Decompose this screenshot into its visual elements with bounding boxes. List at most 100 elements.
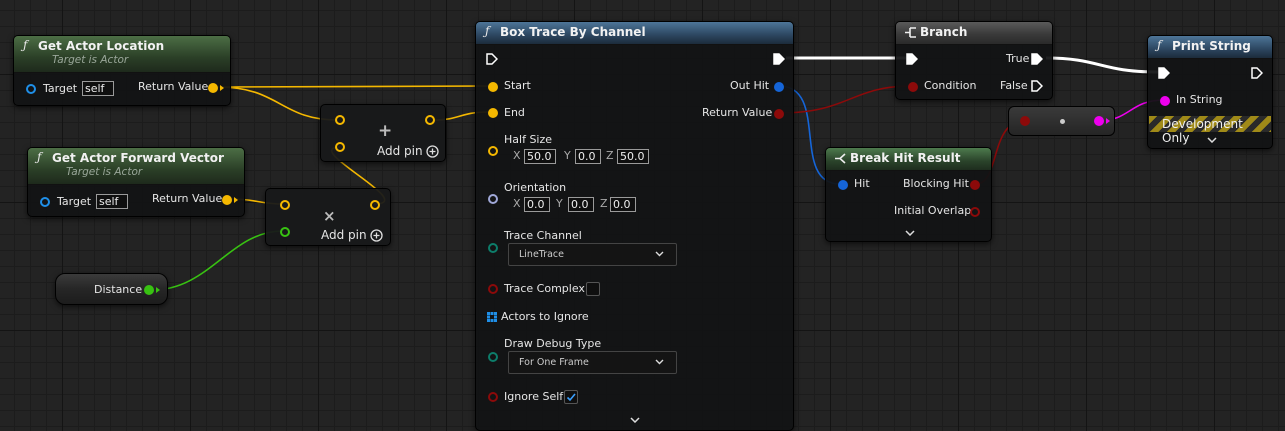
target-pin[interactable] bbox=[40, 197, 50, 207]
ignore-self-checkbox[interactable] bbox=[564, 390, 578, 404]
multiply-operator-icon: × bbox=[323, 207, 336, 225]
exec-true-pin[interactable] bbox=[1031, 53, 1043, 65]
add-vector-node[interactable]: + Add pin bbox=[320, 104, 446, 162]
in-string-label: In String bbox=[1176, 93, 1223, 106]
checkmark-icon bbox=[566, 393, 576, 402]
add-pin-icon[interactable] bbox=[426, 145, 439, 158]
out-hit-label: Out Hit bbox=[730, 79, 770, 92]
return-value-label: Return Value bbox=[702, 106, 773, 119]
node-subtitle: Target is Actor bbox=[52, 54, 129, 66]
node-title: Branch bbox=[920, 25, 968, 39]
return-value-pin[interactable] bbox=[774, 109, 784, 119]
hit-pin[interactable] bbox=[838, 180, 848, 190]
trace-complex-checkbox[interactable] bbox=[586, 282, 600, 296]
function-icon: ƒ bbox=[485, 24, 490, 38]
trace-channel-value: LineTrace bbox=[519, 249, 564, 260]
exec-output-pin[interactable] bbox=[1251, 67, 1263, 79]
in-string-pin[interactable] bbox=[1160, 96, 1170, 106]
conversion-output-pin[interactable] bbox=[1094, 116, 1104, 126]
distance-label: Distance bbox=[94, 283, 143, 296]
trace-channel-dropdown[interactable]: LineTrace bbox=[508, 243, 677, 266]
add-input-a-pin[interactable] bbox=[335, 115, 345, 125]
add-pin-label[interactable]: Add pin bbox=[377, 144, 423, 158]
ignore-self-pin[interactable] bbox=[488, 392, 498, 402]
expand-chevron-icon[interactable] bbox=[630, 417, 640, 423]
start-label: Start bbox=[504, 79, 531, 92]
half-size-x-input[interactable]: 50.0 bbox=[524, 149, 556, 164]
branch-node[interactable]: Branch Condition True False bbox=[895, 21, 1053, 100]
exec-wire-branch-true-to-print bbox=[1045, 56, 1159, 74]
get-actor-forward-vector-node[interactable]: ƒ Get Actor Forward Vector Target is Act… bbox=[27, 147, 245, 217]
chevron-down-icon bbox=[655, 359, 664, 365]
true-label: True bbox=[1006, 52, 1030, 65]
node-title: Break Hit Result bbox=[850, 151, 961, 165]
orientation-z-label: Z bbox=[600, 197, 608, 210]
expand-chevron-icon[interactable] bbox=[905, 230, 915, 236]
node-subtitle: Target is Actor bbox=[66, 166, 143, 178]
box-trace-by-channel-node[interactable]: ƒ Box Trace By Channel Start End Out Hit… bbox=[475, 21, 794, 431]
end-label: End bbox=[504, 106, 525, 119]
initial-overlap-pin[interactable] bbox=[970, 207, 980, 217]
add-pin-label[interactable]: Add pin bbox=[321, 228, 367, 242]
draw-debug-type-pin[interactable] bbox=[488, 352, 498, 362]
trace-channel-label: Trace Channel bbox=[504, 229, 582, 242]
exec-output-pin[interactable] bbox=[773, 53, 785, 65]
half-size-z-label: Z bbox=[606, 149, 614, 162]
exec-input-pin[interactable] bbox=[1158, 67, 1170, 79]
break-hit-result-node[interactable]: Break Hit Result Hit Blocking Hit Initia… bbox=[825, 147, 992, 242]
print-string-node[interactable]: ƒ Print String In String Development Onl… bbox=[1147, 35, 1273, 149]
bool-to-string-conversion-node[interactable] bbox=[1008, 106, 1115, 136]
return-value-pin[interactable] bbox=[222, 195, 232, 205]
draw-debug-type-dropdown[interactable]: For One Frame bbox=[508, 351, 677, 374]
multiply-output-pin[interactable] bbox=[370, 200, 380, 210]
initial-overlap-label: Initial Overlap bbox=[894, 204, 972, 217]
add-output-pin[interactable] bbox=[425, 115, 435, 125]
return-value-label: Return Value bbox=[138, 80, 209, 93]
target-label: Target bbox=[57, 195, 92, 208]
orientation-x-input[interactable]: 0.0 bbox=[524, 197, 550, 212]
orientation-pin[interactable] bbox=[488, 194, 498, 204]
trace-complex-pin[interactable] bbox=[488, 284, 498, 294]
orientation-z-input[interactable]: 0.0 bbox=[610, 197, 636, 212]
development-only-label: Development Only bbox=[1162, 117, 1243, 145]
expand-chevron-icon[interactable] bbox=[1207, 137, 1217, 143]
false-label: False bbox=[1000, 79, 1028, 92]
orientation-label: Orientation bbox=[504, 181, 567, 194]
exec-false-pin[interactable] bbox=[1031, 80, 1043, 92]
add-operator-icon: + bbox=[378, 121, 393, 141]
end-pin[interactable] bbox=[488, 108, 498, 118]
draw-debug-type-value: For One Frame bbox=[519, 357, 589, 368]
branch-icon bbox=[905, 27, 916, 38]
exec-input-pin[interactable] bbox=[906, 53, 918, 65]
distance-variable-node[interactable]: Distance bbox=[55, 273, 168, 305]
multiply-input-a-pin[interactable] bbox=[280, 200, 290, 210]
half-size-pin[interactable] bbox=[488, 146, 498, 156]
wire-return-to-condition bbox=[778, 85, 913, 114]
multiply-vector-node[interactable]: × Add pin bbox=[265, 188, 391, 246]
start-pin[interactable] bbox=[488, 82, 498, 92]
multiply-input-b-pin[interactable] bbox=[280, 227, 290, 237]
half-size-z-input[interactable]: 50.0 bbox=[617, 149, 649, 164]
target-value-box[interactable]: self bbox=[82, 81, 114, 96]
target-value-box[interactable]: self bbox=[96, 194, 128, 209]
add-input-b-pin[interactable] bbox=[335, 142, 345, 152]
orientation-y-input[interactable]: 0.0 bbox=[568, 197, 594, 212]
function-icon: ƒ bbox=[23, 38, 28, 52]
out-hit-pin[interactable] bbox=[774, 82, 784, 92]
exec-input-pin[interactable] bbox=[486, 53, 498, 65]
array-pin-icon[interactable] bbox=[487, 312, 497, 322]
function-icon: ƒ bbox=[1157, 38, 1162, 52]
node-title: Print String bbox=[1172, 39, 1251, 53]
trace-channel-pin[interactable] bbox=[488, 243, 498, 253]
return-value-label: Return Value bbox=[152, 192, 223, 205]
conversion-input-pin[interactable] bbox=[1020, 116, 1030, 126]
get-actor-location-node[interactable]: ƒ Get Actor Location Target is Actor Tar… bbox=[13, 35, 231, 106]
add-pin-icon[interactable] bbox=[370, 229, 383, 242]
pin-arrow-icon bbox=[234, 197, 238, 203]
distance-output-pin[interactable] bbox=[144, 285, 154, 295]
target-pin[interactable] bbox=[26, 84, 36, 94]
condition-pin[interactable] bbox=[908, 82, 918, 92]
half-size-y-input[interactable]: 0.0 bbox=[575, 149, 601, 164]
blocking-hit-pin[interactable] bbox=[970, 180, 980, 190]
return-value-pin[interactable] bbox=[208, 83, 218, 93]
